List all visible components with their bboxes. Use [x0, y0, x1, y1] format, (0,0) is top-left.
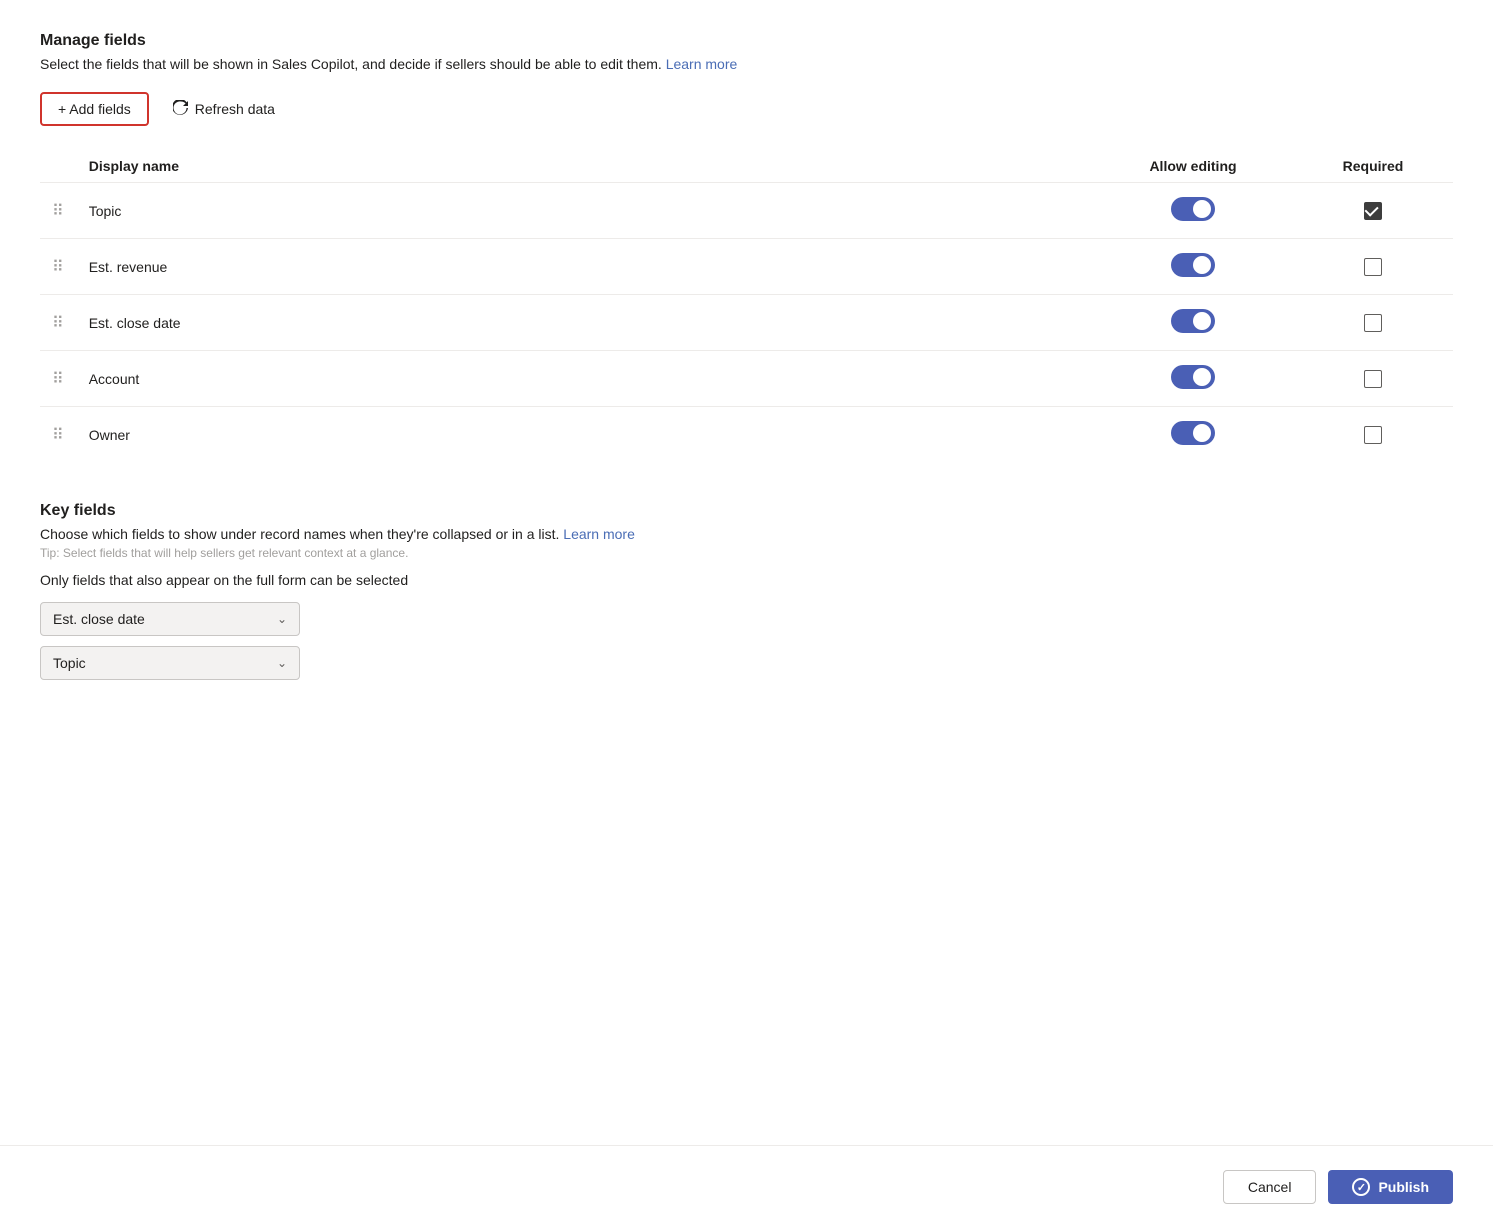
- key-fields-description: Choose which fields to show under record…: [40, 526, 1453, 542]
- allow-editing-toggle[interactable]: [1171, 421, 1215, 445]
- required-checkbox[interactable]: [1364, 258, 1382, 276]
- key-fields-note: Only fields that also appear on the full…: [40, 572, 1453, 588]
- key-field-dropdown-value: Est. close date: [53, 611, 145, 627]
- allow-editing-toggle[interactable]: [1171, 365, 1215, 389]
- required-checkbox[interactable]: [1364, 426, 1382, 444]
- cancel-button[interactable]: Cancel: [1223, 1170, 1317, 1204]
- toolbar: + Add fields Refresh data: [40, 92, 1453, 126]
- refresh-icon: [173, 100, 189, 119]
- required-checkbox[interactable]: [1364, 202, 1382, 220]
- table-row: ⠿ Est. close date: [40, 295, 1453, 351]
- field-name: Topic: [77, 183, 1093, 239]
- required-checkbox[interactable]: [1364, 370, 1382, 388]
- field-name: Account: [77, 351, 1093, 407]
- key-fields-learn-more-link[interactable]: Learn more: [563, 526, 635, 542]
- col-header-required: Required: [1293, 150, 1453, 183]
- drag-handle-icon[interactable]: ⠿: [52, 315, 65, 332]
- publish-button[interactable]: Publish: [1328, 1170, 1453, 1204]
- drag-handle-icon[interactable]: ⠿: [52, 203, 65, 220]
- fields-table: Display name Allow editing Required ⠿ Top…: [40, 150, 1453, 462]
- field-name: Owner: [77, 407, 1093, 463]
- table-row: ⠿ Account: [40, 351, 1453, 407]
- chevron-down-icon: ⌄: [277, 612, 287, 626]
- allow-editing-toggle[interactable]: [1171, 253, 1215, 277]
- required-checkbox[interactable]: [1364, 314, 1382, 332]
- footer: Cancel Publish: [0, 1145, 1493, 1228]
- allow-editing-toggle[interactable]: [1171, 309, 1215, 333]
- key-field-dropdown[interactable]: Est. close date ⌄: [40, 602, 300, 636]
- table-row: ⠿ Est. revenue: [40, 239, 1453, 295]
- table-row: ⠿ Owner: [40, 407, 1453, 463]
- key-fields-title: Key fields: [40, 502, 1453, 520]
- key-field-dropdown[interactable]: Topic ⌄: [40, 646, 300, 680]
- refresh-data-button[interactable]: Refresh data: [161, 93, 287, 126]
- publish-icon: [1352, 1178, 1370, 1196]
- chevron-down-icon: ⌄: [277, 656, 287, 670]
- table-row: ⠿ Topic: [40, 183, 1453, 239]
- allow-editing-toggle[interactable]: [1171, 197, 1215, 221]
- col-header-display-name: Display name: [77, 150, 1093, 183]
- field-name: Est. revenue: [77, 239, 1093, 295]
- key-fields-section: Key fields Choose which fields to show u…: [40, 502, 1453, 680]
- page-title: Manage fields: [40, 32, 1453, 50]
- publish-label: Publish: [1378, 1179, 1429, 1195]
- refresh-data-label: Refresh data: [195, 101, 275, 117]
- add-fields-button[interactable]: + Add fields: [40, 92, 149, 126]
- key-fields-tip: Tip: Select fields that will help seller…: [40, 546, 1453, 560]
- header-learn-more-link[interactable]: Learn more: [666, 56, 738, 72]
- col-header-allow-editing: Allow editing: [1093, 150, 1293, 183]
- page-description: Select the fields that will be shown in …: [40, 56, 1453, 72]
- drag-handle-icon[interactable]: ⠿: [52, 427, 65, 444]
- field-name: Est. close date: [77, 295, 1093, 351]
- drag-handle-icon[interactable]: ⠿: [52, 259, 65, 276]
- key-field-dropdown-value: Topic: [53, 655, 86, 671]
- drag-handle-icon[interactable]: ⠿: [52, 371, 65, 388]
- key-fields-dropdowns: Est. close date ⌄Topic ⌄: [40, 602, 1453, 680]
